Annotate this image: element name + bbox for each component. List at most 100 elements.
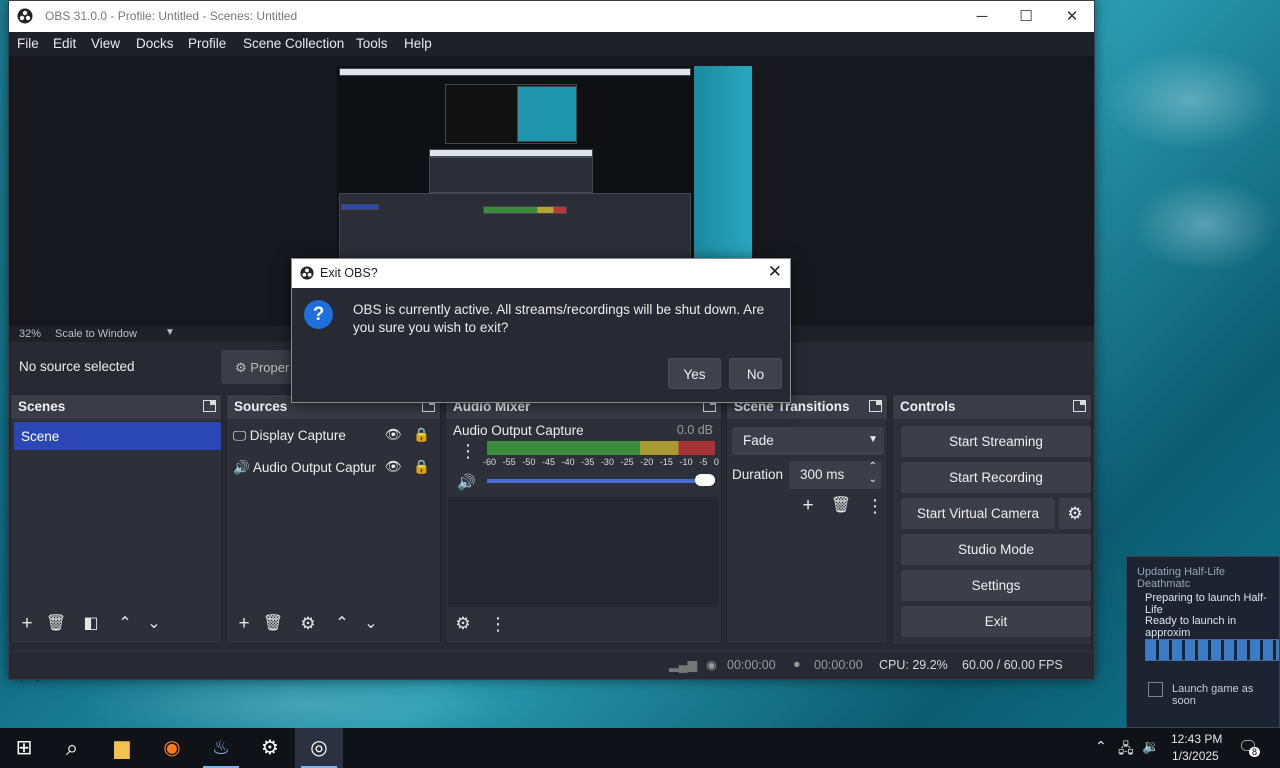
menu-help[interactable]: Help xyxy=(404,36,432,51)
kebab-menu-icon[interactable]: ⋮ xyxy=(459,441,477,462)
eye-icon[interactable]: 👁 xyxy=(385,460,402,475)
eye-icon[interactable]: 👁 xyxy=(385,427,402,443)
move-down-icon[interactable]: ⌄ xyxy=(359,612,383,636)
no-button[interactable]: No xyxy=(729,358,782,389)
menu-edit[interactable]: Edit xyxy=(53,36,76,51)
controls-dock: Controls Start Streaming Start Recording… xyxy=(892,394,1092,646)
exit-dialog[interactable]: Exit OBS? ✕ ? OBS is currently active. A… xyxy=(291,258,791,403)
file-explorer-icon[interactable]: ▆ xyxy=(98,728,146,768)
move-up-icon[interactable]: ⌃ xyxy=(330,612,354,636)
close-button[interactable]: ✕ xyxy=(1049,1,1095,32)
windows-start-icon[interactable]: ⊞ xyxy=(0,728,48,768)
properties-label: Proper xyxy=(250,360,290,375)
scene-item[interactable]: Scene xyxy=(14,422,221,450)
zoom-mode-select[interactable]: Scale to Window xyxy=(55,328,137,340)
lock-icon[interactable]: 🔒 xyxy=(413,460,430,475)
speaker-icon[interactable]: 🔊 xyxy=(457,473,476,491)
search-icon[interactable]: ⌕ xyxy=(48,728,96,768)
gear-icon[interactable]: ⚙ xyxy=(296,612,320,636)
spin-down-icon[interactable]: ⌄ xyxy=(869,474,877,485)
source-item[interactable]: 🖵 Display Capture 👁 🔒 xyxy=(233,427,438,450)
filter-icon[interactable]: ◧ xyxy=(79,612,103,636)
minimize-button[interactable]: ─ xyxy=(959,1,1005,32)
dialog-title-bar[interactable]: Exit OBS? ✕ xyxy=(292,259,790,288)
network-icon[interactable]: 🖧 xyxy=(1118,738,1134,762)
mixer-channel: Audio Output Capture 0.0 dB ⋮ -60 -55 -5… xyxy=(446,419,721,497)
window-title: OBS 31.0.0 - Profile: Untitled - Scenes:… xyxy=(45,9,298,23)
stream-time: 00:00:00 xyxy=(727,658,776,672)
controls-header: Controls xyxy=(893,395,1091,419)
menu-tools[interactable]: Tools xyxy=(356,36,388,51)
mixer-toolbar: ⚙ ⋮ xyxy=(446,607,721,643)
clock-date[interactable]: 1/3/2025 xyxy=(1172,749,1219,763)
transition-select[interactable]: Fade ▼ xyxy=(732,427,884,455)
zoom-percent: 32% xyxy=(19,328,42,340)
trash-icon[interactable]: 🗑 xyxy=(261,612,285,636)
launch-checkbox-label: Launch game as soon xyxy=(1172,683,1254,707)
kebab-menu-icon[interactable]: ⋮ xyxy=(863,494,887,518)
spin-up-icon[interactable]: ⌃ xyxy=(869,461,877,472)
trash-icon[interactable]: 🗑 xyxy=(44,612,68,636)
gear-icon: ⚙ xyxy=(235,360,247,375)
source-name: Display Capture xyxy=(249,428,346,443)
record-time: 00:00:00 xyxy=(814,658,863,672)
volume-slider-handle[interactable] xyxy=(695,474,715,486)
scale-tick: -45 xyxy=(541,457,555,467)
launch-checkbox[interactable] xyxy=(1148,682,1163,697)
volume-icon[interactable]: 🔉 xyxy=(1142,738,1159,755)
menu-view[interactable]: View xyxy=(91,36,120,51)
undock-icon[interactable] xyxy=(1073,400,1086,412)
volume-meter xyxy=(487,441,715,455)
exit-button[interactable]: Exit xyxy=(901,606,1091,637)
maximize-button[interactable]: ☐ xyxy=(1003,1,1049,32)
yes-button[interactable]: Yes xyxy=(668,358,721,389)
meter-scale: -60 -55 -50 -45 -40 -35 -30 -25 -20 -15 … xyxy=(483,457,719,467)
start-virtual-camera-button[interactable]: Start Virtual Camera xyxy=(901,498,1055,529)
gear-icon[interactable]: ⚙ xyxy=(451,612,475,636)
add-source-icon[interactable]: + xyxy=(232,612,256,636)
firefox-icon[interactable]: ◉ xyxy=(148,728,196,768)
steam-update-window[interactable]: Updating Half-Life Deathmatc Preparing t… xyxy=(1126,556,1280,728)
settings-button[interactable]: Settings xyxy=(901,570,1091,601)
obs-taskbar-icon[interactable]: ◎ xyxy=(295,728,343,768)
menu-docks[interactable]: Docks xyxy=(136,36,174,51)
add-transition-icon[interactable]: + xyxy=(796,494,820,518)
desktop-wave xyxy=(1120,170,1280,280)
title-bar[interactable]: OBS 31.0.0 - Profile: Untitled - Scenes:… xyxy=(9,1,1094,32)
source-item[interactable]: 🔊 Audio Output Captur 👁 🔒 xyxy=(233,460,438,482)
menu-profile[interactable]: Profile xyxy=(188,36,226,51)
lock-icon[interactable]: 🔒 xyxy=(413,427,430,443)
chevron-up-icon[interactable]: ⌃ xyxy=(1095,738,1107,755)
duration-spinbox[interactable]: 300 ms ⌃ ⌄ xyxy=(789,461,881,489)
menu-file[interactable]: File xyxy=(17,36,39,51)
volume-slider-track[interactable] xyxy=(487,479,715,483)
mini-preview-water xyxy=(517,86,577,142)
scenes-toolbar: + 🗑 ◧ ⌃ ⌄ xyxy=(11,607,221,643)
kebab-menu-icon[interactable]: ⋮ xyxy=(486,612,510,636)
studio-mode-button[interactable]: Studio Mode xyxy=(901,534,1091,565)
scale-tick: -35 xyxy=(581,457,595,467)
start-streaming-button[interactable]: Start Streaming xyxy=(901,426,1091,457)
move-up-icon[interactable]: ⌃ xyxy=(113,612,137,636)
obs-logo-icon xyxy=(300,266,314,280)
preview-canvas[interactable] xyxy=(337,66,752,259)
start-recording-button[interactable]: Start Recording xyxy=(901,462,1091,493)
steam-progress-bar xyxy=(1145,639,1279,661)
settings-gear-icon[interactable]: ⚙ xyxy=(246,728,294,768)
undock-icon[interactable] xyxy=(869,400,882,412)
virtual-camera-settings-icon[interactable]: ⚙ xyxy=(1059,498,1091,529)
scenes-list: Scene xyxy=(13,419,221,607)
undock-icon[interactable] xyxy=(203,400,216,412)
chevron-down-icon[interactable]: ▼ xyxy=(165,327,175,338)
stream-icon: ◉ xyxy=(706,658,717,672)
clock-time[interactable]: 12:43 PM xyxy=(1171,732,1222,746)
steam-icon[interactable]: ♨ xyxy=(197,728,245,768)
scale-tick: -40 xyxy=(561,457,575,467)
move-down-icon[interactable]: ⌄ xyxy=(142,612,166,636)
taskbar: ⊞ ⌕ ▆ ◉ ♨ ⚙ ◎ ⌃ 🖧 🔉 12:43 PM 1/3/2025 🗨 … xyxy=(0,728,1280,768)
mini-docks xyxy=(339,193,691,259)
dialog-close-button[interactable]: ✕ xyxy=(768,262,782,282)
trash-icon[interactable]: 🗑 xyxy=(829,494,853,518)
menu-scene-collection[interactable]: Scene Collection xyxy=(243,36,344,51)
add-scene-icon[interactable]: + xyxy=(15,612,39,636)
